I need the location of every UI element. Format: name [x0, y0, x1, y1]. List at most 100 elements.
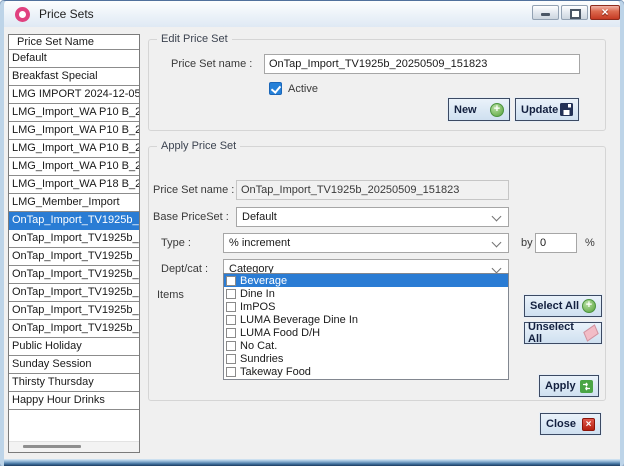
price-set-row[interactable]: LMG_Import_WA P18 B_2025 [9, 176, 139, 194]
price-set-row[interactable]: OnTap_Import_TV1925b_2025 [9, 302, 139, 320]
app-logo-icon [15, 7, 30, 22]
floppy-disk-icon [560, 103, 573, 116]
horizontal-scrollbar[interactable] [9, 441, 139, 452]
apply-item-row[interactable]: No Cat. [224, 339, 508, 352]
close-window-button[interactable]: × [590, 5, 620, 20]
minimize-button[interactable] [532, 5, 559, 20]
apply-item-row[interactable]: LUMA Food D/H [224, 326, 508, 339]
checkbox-icon[interactable] [226, 367, 236, 377]
window-title: Price Sets [39, 7, 94, 21]
chevron-down-icon [492, 264, 502, 274]
maximize-icon [570, 9, 581, 19]
chevron-down-icon [492, 238, 502, 248]
list-header: Price Set Name [9, 35, 139, 50]
apply-item-row[interactable]: Sundries [224, 352, 508, 365]
edit-name-input[interactable] [264, 54, 580, 74]
checkbox-icon[interactable] [226, 341, 236, 351]
price-set-row[interactable]: LMG_Import_WA P10 B_2025 [9, 104, 139, 122]
base-priceset-label: Base PriceSet : [153, 211, 229, 223]
edit-group-title: Edit Price Set [157, 33, 232, 45]
update-button[interactable]: Update [515, 98, 579, 121]
active-label: Active [288, 83, 318, 95]
apply-item-label: Dine In [240, 288, 275, 300]
price-set-row[interactable]: LMG_Member_Import [9, 194, 139, 212]
chevron-down-icon [492, 212, 502, 222]
checkbox-icon[interactable] [226, 328, 236, 338]
items-listbox: Beverage Dine In ImPOS LUMA Beverage Din… [223, 273, 509, 380]
apply-item-row[interactable]: Dine In [224, 287, 508, 300]
plus-icon [490, 103, 504, 117]
list-rows: Default Breakfast Special LMG IMPORT 202… [9, 50, 139, 410]
scrollbar-thumb[interactable] [23, 445, 81, 448]
checkbox-icon[interactable] [226, 289, 236, 299]
type-value: % increment [229, 237, 290, 249]
edit-name-label: Price Set name : [171, 58, 252, 70]
eraser-icon [583, 324, 598, 341]
apply-item-row[interactable]: Takeway Food [224, 365, 508, 378]
price-set-row[interactable]: LMG_Import_WA P10 B_2025 [9, 158, 139, 176]
price-set-row[interactable]: LMG_Import_WA P10 B_2025 [9, 122, 139, 140]
sync-arrows-icon [580, 380, 593, 393]
dept-cat-label: Dept/cat : [161, 263, 208, 275]
price-set-row[interactable]: Default [9, 50, 139, 68]
apply-item-row[interactable]: ImPOS [224, 300, 508, 313]
base-priceset-select[interactable]: Default [236, 207, 509, 227]
active-checkbox[interactable] [269, 82, 282, 95]
unselect-all-button[interactable]: Unselect All [524, 322, 602, 344]
apply-item-label: ImPOS [240, 301, 275, 313]
apply-item-row[interactable]: LUMA Beverage Dine In [224, 313, 508, 326]
price-set-row[interactable]: OnTap_Import_TV1925b_2025 [9, 284, 139, 302]
price-set-row[interactable]: LMG IMPORT 2024-12-05 [9, 86, 139, 104]
apply-name-label: Price Set name : [153, 184, 234, 196]
new-button-label: New [454, 104, 477, 116]
checkbox-icon[interactable] [226, 315, 236, 325]
apply-item-label: Beverage [240, 275, 287, 287]
maximize-button[interactable] [561, 5, 588, 20]
edit-price-set-group: Edit Price Set Price Set name : Active N… [148, 39, 606, 131]
plus-icon [582, 299, 596, 313]
percent-label: % [585, 237, 595, 249]
minimize-icon [541, 13, 550, 16]
price-set-row[interactable]: OnTap_Import_TV1925b_2025 [9, 320, 139, 338]
price-set-row[interactable]: Happy Hour Drinks [9, 392, 139, 410]
unselect-all-label: Unselect All [528, 321, 584, 345]
apply-item-label: No Cat. [240, 340, 277, 352]
checkbox-icon[interactable] [226, 302, 236, 312]
price-set-row[interactable]: OnTap_Import_TV1925b_2025 [9, 266, 139, 284]
price-set-row[interactable]: OnTap_Import_TV1925b_2025 [9, 212, 139, 230]
window-bottom-border [4, 459, 620, 466]
by-amount-input[interactable] [535, 233, 577, 253]
close-button[interactable]: Close [540, 413, 601, 435]
apply-item-label: Takeway Food [240, 366, 311, 378]
items-label: Items [157, 289, 184, 301]
select-all-label: Select All [530, 300, 579, 312]
apply-button-label: Apply [545, 380, 576, 392]
checkbox-icon[interactable] [226, 276, 236, 286]
apply-item-row[interactable]: Beverage [224, 274, 508, 287]
update-button-label: Update [521, 104, 558, 116]
apply-button[interactable]: Apply [539, 375, 599, 397]
apply-name-field [236, 180, 509, 200]
price-set-row[interactable]: OnTap_Import_TV1925b_2025 [9, 230, 139, 248]
close-button-label: Close [546, 418, 576, 430]
new-button[interactable]: New [448, 98, 510, 121]
base-priceset-value: Default [242, 211, 277, 223]
type-select[interactable]: % increment [223, 233, 509, 253]
price-set-row[interactable]: LMG_Import_WA P10 B_2025 [9, 140, 139, 158]
type-label: Type : [161, 237, 191, 249]
price-set-row[interactable]: Breakfast Special [9, 68, 139, 86]
price-set-row[interactable]: Thirsty Thursday [9, 374, 139, 392]
price-set-row[interactable]: Sunday Session [9, 356, 139, 374]
checkbox-icon[interactable] [226, 354, 236, 364]
apply-item-label: LUMA Beverage Dine In [240, 314, 358, 326]
price-set-row[interactable]: Public Holiday [9, 338, 139, 356]
price-set-row[interactable]: OnTap_Import_TV1925b_2025 [9, 248, 139, 266]
apply-item-label: LUMA Food D/H [240, 327, 320, 339]
price-set-list: Price Set Name Default Breakfast Special… [8, 34, 140, 453]
titlebar[interactable]: Price Sets × [4, 1, 620, 28]
select-all-button[interactable]: Select All [524, 295, 602, 317]
apply-price-set-group: Apply Price Set Price Set name : Base Pr… [148, 146, 606, 401]
client-area: Price Set Name Default Breakfast Special… [4, 27, 620, 459]
apply-group-title: Apply Price Set [157, 140, 240, 152]
apply-item-label: Sundries [240, 353, 283, 365]
